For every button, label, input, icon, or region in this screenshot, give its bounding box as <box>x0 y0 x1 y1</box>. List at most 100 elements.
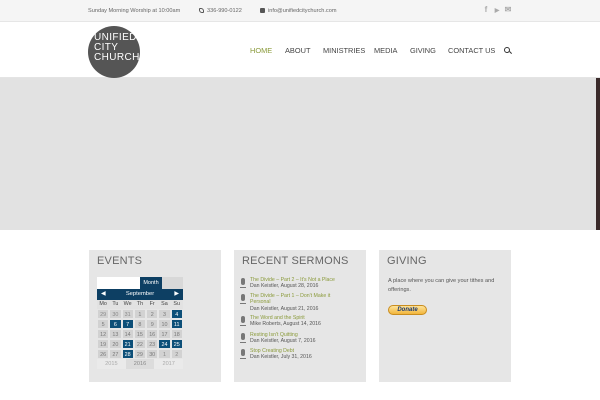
envelope-icon <box>260 8 265 14</box>
month-view-button[interactable]: Month <box>140 277 162 289</box>
microphone-icon <box>240 316 246 326</box>
calendar-day[interactable]: 9 <box>146 319 159 329</box>
sermon-meta: Dan Keistler, August 7, 2016 <box>250 338 316 345</box>
calendar-day[interactable]: 22 <box>133 339 147 349</box>
social-links: f ▶ ✉ <box>482 5 515 16</box>
nav-media[interactable]: MEDIA <box>374 46 397 55</box>
calendar-day[interactable]: 23 <box>146 339 159 349</box>
calendar-day[interactable]: 18 <box>170 329 183 339</box>
calendar-day[interactable]: 5 <box>97 319 110 329</box>
weekday-header: Sa <box>158 300 171 309</box>
calendar-day[interactable]: 19 <box>97 339 110 349</box>
calendar-day[interactable]: 8 <box>133 319 147 329</box>
calendar-day[interactable]: 2 <box>146 309 159 319</box>
microphone-icon <box>240 333 246 343</box>
calendar-grid: Mo Tu We Th Fr Sa Su 29 30 31 1 2 3 4 5 6 7 8 9 10 11 12 13 14 1… <box>97 300 183 359</box>
weekday-header: We <box>121 300 134 309</box>
year-current[interactable]: 2016 <box>125 359 155 369</box>
calendar-view-other[interactable] <box>162 277 183 289</box>
prev-month-button[interactable]: ◀ <box>101 289 106 300</box>
calendar-view-blank <box>97 277 140 289</box>
calendar-day[interactable]: 17 <box>158 329 171 339</box>
phone-number: 336-990-0122 <box>207 8 242 14</box>
nav-ministries[interactable]: MINISTRIES <box>323 46 365 55</box>
calendar-day[interactable]: 6 <box>109 319 122 329</box>
sermon-item[interactable]: Stop Creating Debt Dan Keistler, July 31,… <box>240 348 341 361</box>
calendar-years: 2015 2016 2017 <box>97 359 183 369</box>
church-logo[interactable]: UNIFIED CITY CHURCH <box>88 26 140 78</box>
calendar-day[interactable]: 24 <box>158 339 171 349</box>
next-month-button[interactable]: ▶ <box>174 289 179 300</box>
calendar-day[interactable]: 13 <box>109 329 122 339</box>
giving-description: A place where you can give your tithes a… <box>388 278 495 293</box>
nav-home[interactable]: HOME <box>250 46 272 55</box>
calendar-day[interactable]: 1 <box>158 349 171 359</box>
giving-panel: GIVING <box>379 250 511 382</box>
top-bar: Sunday Morning Worship at 10:00am 336-99… <box>0 0 600 22</box>
mail-icon[interactable]: ✉ <box>504 5 512 14</box>
phone-icon <box>199 8 204 14</box>
sermon-title[interactable]: The Divide – Part 1 – Don't Make it Pers… <box>250 293 350 306</box>
microphone-icon <box>240 349 246 359</box>
calendar-day[interactable]: 16 <box>146 329 159 339</box>
weekday-header: Th <box>133 300 147 309</box>
calendar-day[interactable]: 12 <box>97 329 110 339</box>
calendar-day[interactable]: 3 <box>158 309 171 319</box>
sermon-meta: Dan Keistler, August 28, 2016 <box>250 283 319 290</box>
calendar-day[interactable]: 21 <box>121 339 134 349</box>
calendar-day[interactable]: 1 <box>133 309 147 319</box>
calendar-day[interactable]: 15 <box>133 329 147 339</box>
nav-about[interactable]: ABOUT <box>285 46 310 55</box>
microphone-icon <box>240 278 246 288</box>
calendar-day[interactable]: 29 <box>97 309 110 319</box>
calendar-day[interactable]: 30 <box>109 309 122 319</box>
weekday-header: Mo <box>97 300 110 309</box>
site-header: UNIFIED CITY CHURCH HOME ABOUT MINISTRIE… <box>0 22 600 78</box>
email-address: info@unifiedcitychurch.com <box>268 8 337 14</box>
calendar-day[interactable]: 29 <box>133 349 147 359</box>
calendar-month-header: ◀ September ▶ <box>97 289 183 300</box>
facebook-icon[interactable]: f <box>482 5 490 14</box>
calendar-month-label: September <box>125 291 155 297</box>
calendar-day[interactable]: 14 <box>121 329 134 339</box>
events-title: EVENTS <box>97 255 143 267</box>
sermon-meta: Dan Keistler, July 31, 2016 <box>250 354 312 361</box>
sermon-item[interactable]: The Word and the Spirit Mike Roberts, Aug… <box>240 315 341 328</box>
sermon-meta: Dan Keistler, August 21, 2016 <box>250 305 319 312</box>
sermon-item[interactable]: The Divide – Part 1 – Don't Make it Pers… <box>240 293 341 312</box>
calendar-day[interactable]: 10 <box>158 319 171 329</box>
email-contact[interactable]: info@unifiedcitychurch.com <box>260 8 336 14</box>
calendar-day[interactable]: 4 <box>170 309 183 319</box>
phone-contact[interactable]: 336-990-0122 <box>199 8 242 14</box>
calendar-day[interactable]: 25 <box>170 339 183 349</box>
calendar-view-bar: Month <box>97 277 183 289</box>
calendar-day[interactable]: 20 <box>109 339 122 349</box>
giving-title: GIVING <box>387 255 427 267</box>
hero-image-edge <box>596 78 600 230</box>
sermons-title: RECENT SERMONS <box>242 255 349 267</box>
microphone-icon <box>240 294 246 304</box>
weekday-header: Fr <box>146 300 159 309</box>
calendar-day[interactable]: 28 <box>121 349 134 359</box>
nav-contact-us[interactable]: CONTACT US <box>448 46 495 55</box>
weekday-header: Su <box>170 300 183 309</box>
sermon-item[interactable]: The Divide – Part 2 – It's Not a Place Da… <box>240 277 341 290</box>
search-icon[interactable] <box>504 47 510 53</box>
calendar-day[interactable]: 31 <box>121 309 134 319</box>
logo-line-3: CHURCH <box>94 52 140 63</box>
calendar-day[interactable]: 11 <box>170 319 183 329</box>
calendar-day[interactable]: 7 <box>121 319 134 329</box>
calendar-day[interactable]: 2 <box>170 349 183 359</box>
calendar-day[interactable]: 30 <box>146 349 159 359</box>
year-prev[interactable]: 2015 <box>97 359 126 369</box>
calendar-day[interactable]: 26 <box>97 349 110 359</box>
hero-banner <box>0 78 600 230</box>
worship-time: Sunday Morning Worship at 10:00am <box>88 8 181 14</box>
donate-button[interactable]: Donate <box>388 305 427 315</box>
calendar-day[interactable]: 27 <box>109 349 122 359</box>
sermon-item[interactable]: Resting Isn't Quitting Dan Keistler, Augu… <box>240 332 341 345</box>
youtube-icon[interactable]: ▶ <box>493 7 501 16</box>
sermon-meta: Mike Roberts, August 14, 2016 <box>250 321 321 328</box>
nav-giving[interactable]: GIVING <box>410 46 436 55</box>
year-next[interactable]: 2017 <box>154 359 183 369</box>
